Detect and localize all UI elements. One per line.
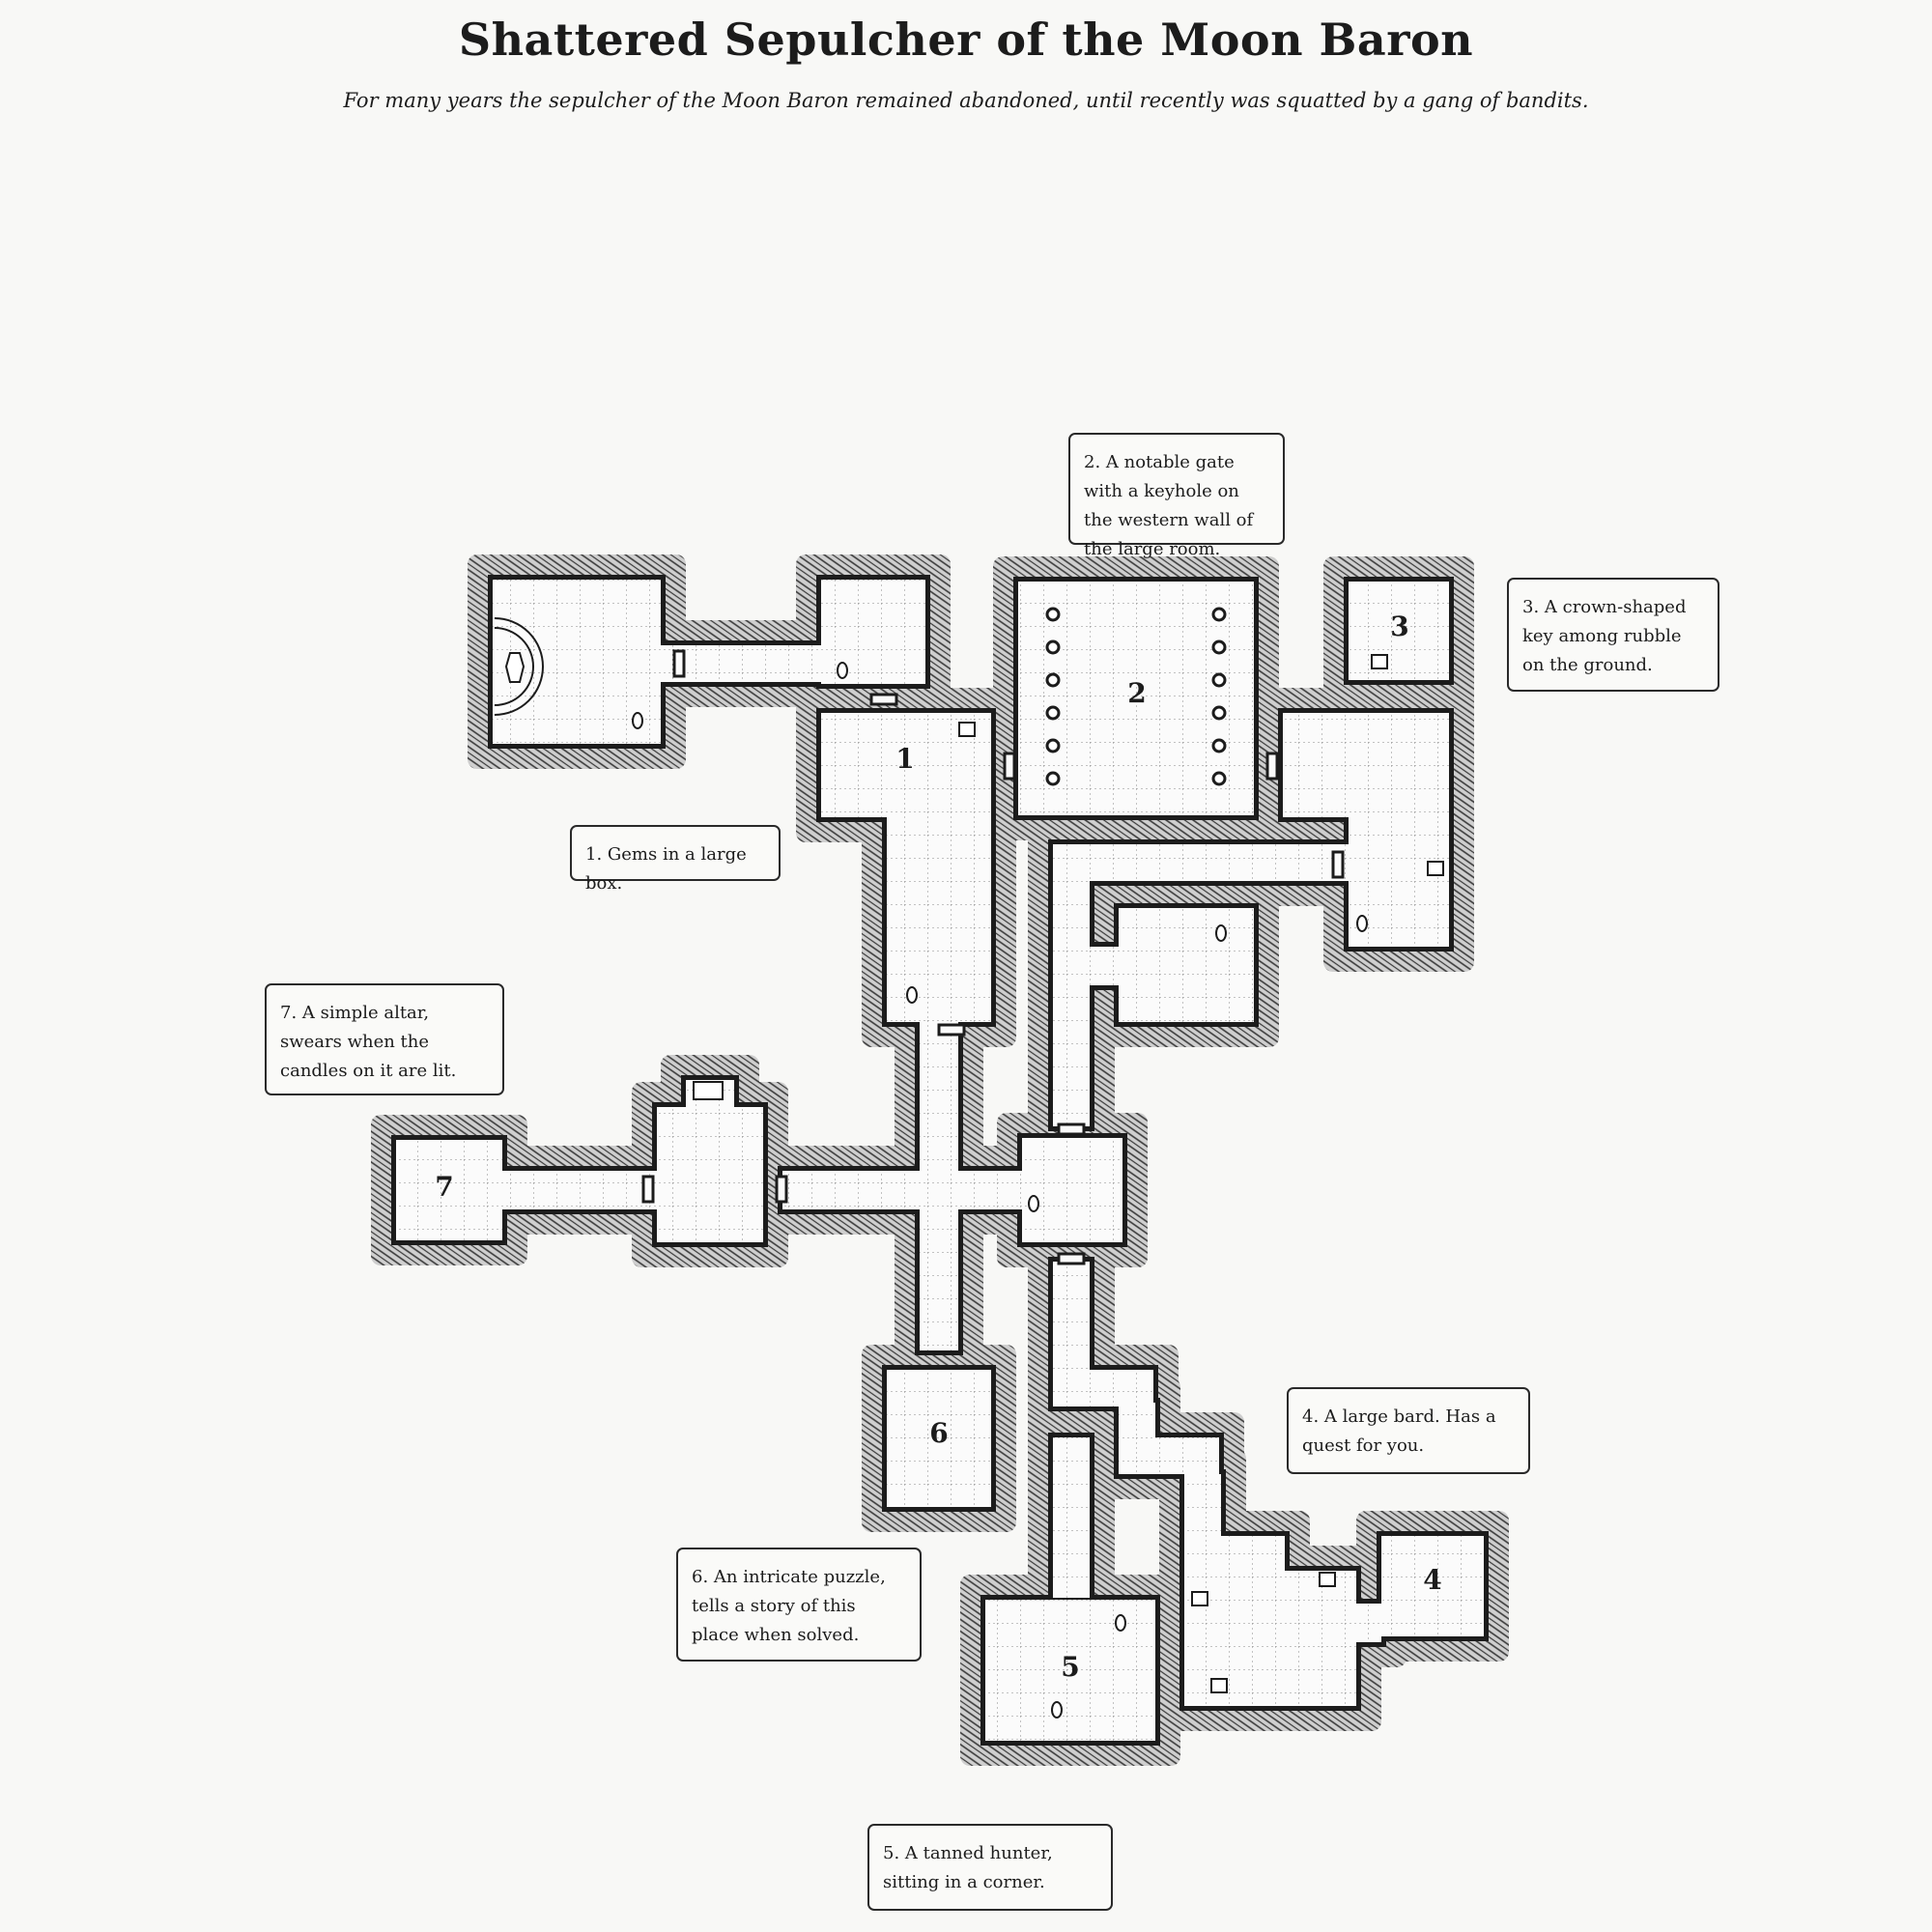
- dungeon-map: 1 2 3 4 5 6 7: [371, 554, 1509, 1766]
- corridor-spur-floor: [1090, 947, 1119, 985]
- corridor-crossroads-west-floor: [958, 1171, 1022, 1209]
- crate-icon: [1319, 1572, 1336, 1587]
- altar-icon: [693, 1081, 724, 1100]
- pillar-icon: [1211, 607, 1227, 622]
- door-4: [937, 1023, 966, 1037]
- room-small-central-floor: [1119, 908, 1254, 1022]
- rubble-icon: [1115, 1614, 1126, 1632]
- note-room-5: 5. A tanned hunter, sitting in a corner.: [867, 1824, 1113, 1911]
- rubble-icon: [1051, 1701, 1063, 1719]
- door-6: [775, 1175, 788, 1204]
- rubble-icon: [906, 986, 918, 1004]
- door-0: [672, 649, 686, 678]
- crate-icon: [1191, 1591, 1208, 1606]
- corridor-east-west-floor: [1053, 844, 1349, 881]
- corridor-west-floor: [782, 1171, 920, 1209]
- corridor-far-west-floor: [502, 1171, 657, 1209]
- door-2: [1003, 752, 1016, 781]
- pillar-icon: [1045, 607, 1061, 622]
- crate-icon: [1210, 1678, 1228, 1693]
- pillar-icon: [1045, 705, 1061, 721]
- room-altar-floor: [657, 1107, 763, 1242]
- pillar-icon: [1211, 705, 1227, 721]
- room-label-7: 7: [435, 1171, 453, 1203]
- rubble-icon: [1356, 915, 1368, 932]
- corridor-room5-floor: [1053, 1437, 1090, 1598]
- door-5: [1331, 850, 1345, 879]
- pillar-icon: [1045, 771, 1061, 786]
- room-label-2: 2: [1127, 677, 1146, 709]
- crate-icon: [958, 722, 976, 737]
- room-crossroads-floor: [1022, 1138, 1122, 1242]
- room-1-south-floor: [887, 817, 991, 1022]
- rubble-icon: [1215, 924, 1227, 942]
- door-9: [1057, 1252, 1086, 1265]
- door-7: [641, 1175, 655, 1204]
- pillar-icon: [1211, 771, 1227, 786]
- pillar-icon: [1045, 738, 1061, 753]
- corridor-step-1-floor: [1119, 1403, 1155, 1439]
- rubble-icon: [837, 662, 848, 679]
- room-label-1: 1: [895, 743, 914, 775]
- door-1: [869, 693, 898, 706]
- pillar-icon: [1211, 738, 1227, 753]
- note-room-6: 6. An intricate puzzle, tells a story of…: [676, 1548, 922, 1662]
- pillar-icon: [1211, 639, 1227, 655]
- room-label-5: 5: [1061, 1651, 1079, 1683]
- pillar-icon: [1045, 672, 1061, 688]
- corridor-room4-floor: [1356, 1604, 1381, 1642]
- corridor-west-down-floor: [1053, 881, 1090, 1126]
- rubble-icon: [1028, 1195, 1039, 1212]
- pillar-icon: [1211, 672, 1227, 688]
- corridor-step-4-floor: [1184, 1536, 1285, 1573]
- corridor-south-bend-floor: [1053, 1370, 1153, 1406]
- corridor-step-2-floor: [1119, 1437, 1219, 1474]
- note-room-3: 3. A crown-shaped key among rubble on th…: [1507, 578, 1719, 692]
- note-room-4: 4. A large bard. Has a quest for you.: [1287, 1387, 1530, 1474]
- room-4-west-floor: [1184, 1571, 1356, 1706]
- room-label-3: 3: [1390, 611, 1408, 642]
- corridor-center-vertical-floor: [920, 1022, 958, 1350]
- crate-icon: [1371, 654, 1388, 669]
- note-room-2: 2. A notable gate with a keyhole on the …: [1068, 433, 1285, 559]
- room-label-6: 6: [929, 1417, 948, 1449]
- door-3: [1265, 752, 1279, 781]
- pillar-icon: [1045, 639, 1061, 655]
- door-8: [1057, 1122, 1086, 1136]
- corridor-step-3-floor: [1184, 1474, 1221, 1538]
- note-room-7: 7. A simple altar, swears when the candl…: [265, 983, 504, 1095]
- crate-icon: [1427, 861, 1444, 876]
- room-label-4: 4: [1423, 1564, 1441, 1596]
- room-2-east-floor: [1283, 713, 1449, 817]
- coffin-icon: [504, 652, 526, 683]
- rubble-icon: [632, 712, 643, 729]
- note-room-1: 1. Gems in a large box.: [570, 825, 781, 894]
